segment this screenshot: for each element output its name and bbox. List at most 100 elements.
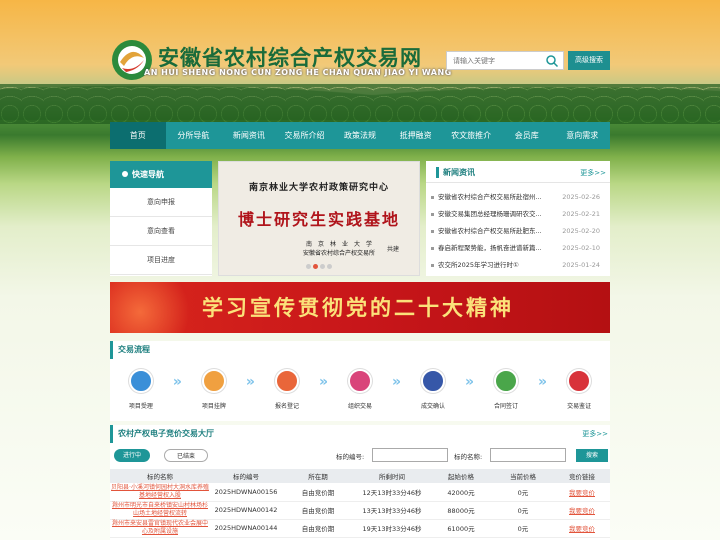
column-header: 竞价链接 [554,469,610,483]
news-item[interactable]: 春启新程聚势能，扬帆奋进谱新篇... 2025-02-10 [426,240,610,257]
process-step[interactable]: 成交确认 [406,369,460,410]
step-label: 项目挂牌 [201,403,226,410]
item-name-link[interactable]: 贝阳县·小溪河镇何园村大洞水库养殖基地经营权入股 [110,483,210,502]
nav-item-home[interactable]: 首页 [110,122,166,149]
advanced-search-button[interactable]: 高级搜索 [568,51,610,70]
code-label: 标的编号: [336,453,365,461]
chevron-right-icon: » [538,374,548,390]
news-item-date: 2025-02-10 [562,244,600,252]
process-step[interactable]: 交易鉴证 [552,369,606,410]
search-icon[interactable] [545,54,559,68]
column-header: 所在期 [282,469,354,483]
process-step[interactable]: 项目受理 [114,369,168,410]
quick-nav-item[interactable]: 意向申报 [110,188,212,217]
news-item[interactable]: 安徽交易集团总经理杨珊调研农交... 2025-02-21 [426,206,610,223]
step-label: 组织交易 [347,403,372,410]
process-step[interactable]: 组织交易 [333,369,387,410]
carousel-banner[interactable]: 南京林业大学农村政策研究中心 博士研究生实践基地 南 京 林 业 大 学 安徽省… [218,161,420,276]
search-input[interactable] [447,52,537,69]
item-period: 自由竞价期 [282,483,354,502]
news-more-link[interactable]: 更多>> [580,168,606,178]
auction-hall: 农村产权电子竞价交易大厅 更多>> 进行中 已结束 标的编号: 标的名称: 搜索… [110,425,610,540]
process-step[interactable]: 合同签订 [479,369,533,410]
hall-more-link[interactable]: 更多>> [582,429,608,439]
party-banner-text: 学习宣传贯彻党的二十大精神 [202,296,514,320]
tag-icon [201,369,226,393]
carousel-dot[interactable] [327,264,332,269]
item-period: 自由竞价期 [282,501,354,520]
news-item-title[interactable]: 安徽交易集团总经理杨珊调研农交... [438,206,554,223]
yuan-icon [348,369,372,393]
step-label: 项目受理 [128,403,153,410]
gavel-icon [421,369,446,393]
column-header: 当前价格 [492,469,554,483]
tab-ended[interactable]: 已结束 [164,449,208,462]
party-banner[interactable]: 学习宣传贯彻党的二十大精神 [110,282,610,333]
step-label: 报名登记 [274,403,299,410]
item-code: 2025HDWNA00142 [210,501,282,520]
nav-item-tourism[interactable]: 农文旅推介 [443,122,499,149]
name-label: 标的名称: [454,453,483,461]
news-item[interactable]: 农交所2025年学习进行时① 2025-01-24 [426,257,610,274]
column-header: 标的编号 [210,469,282,483]
main-nav: 首页 分所导航 新闻资讯 交易所介绍 政策法规 抵押融资 农文旅推介 会员库 意… [110,122,610,149]
bid-link[interactable]: 我要竞价 [554,483,610,502]
news-header: 新闻资讯 更多>> [426,161,610,183]
quick-nav-item[interactable]: 项目进度 [110,246,212,275]
news-item-title[interactable]: 春启新程聚势能，扬帆奋进谱新篇... [438,240,554,257]
chevron-right-icon: » [172,374,182,390]
process-step[interactable]: 报名登记 [260,369,314,410]
carousel-dot[interactable] [306,264,311,269]
table-row: 滁州市明光市自来桥镇安山村林场杉山场土地经营权流转 2025HDWNA00142… [110,501,610,520]
step-label: 交易鉴证 [567,403,592,410]
nav-item-branches[interactable]: 分所导航 [166,122,222,149]
code-input[interactable] [372,448,448,462]
quick-nav-item[interactable]: 意向查看 [110,217,212,246]
carousel-dot[interactable] [320,264,325,269]
item-current-price: 0元 [492,501,554,520]
news-panel: 新闻资讯 更多>> 安徽省农村综合产权交易所赴宿州... 2025-02-26 安… [426,161,610,276]
nav-item-demand[interactable]: 意向需求 [555,122,611,149]
nav-item-policy[interactable]: 政策法规 [332,122,388,149]
news-item-title[interactable]: 农交所2025年学习进行时① [438,257,554,274]
banner-line1: 南京林业大学农村政策研究中心 [248,183,389,193]
item-name-link[interactable]: 滁州市明光市自来桥镇安山村林场杉山场土地经营权流转 [110,501,210,520]
auction-table: 标的名称 标的编号 所在期 所剩时间 起始价格 当前价格 竞价链接 贝阳县·小溪… [110,469,610,538]
nav-item-about[interactable]: 交易所介绍 [277,122,333,149]
nav-item-news[interactable]: 新闻资讯 [221,122,277,149]
item-start-price: 42000元 [430,483,492,502]
nav-item-members[interactable]: 会员库 [499,122,555,149]
news-item[interactable]: 安徽省农村综合产权交易所赴肥东... 2025-02-20 [426,223,610,240]
item-start-price: 88000元 [430,501,492,520]
quick-nav-panel: 快速导航 意向申报 意向查看 项目进度 [110,161,212,276]
search-box[interactable] [446,51,564,70]
bid-link[interactable]: 我要竞价 [554,519,610,538]
chevron-right-icon: » [245,374,255,390]
bid-link[interactable]: 我要竞价 [554,501,610,520]
item-start-price: 61000元 [430,519,492,538]
process-step[interactable]: 项目挂牌 [187,369,241,410]
table-header-row: 标的名称 标的编号 所在期 所剩时间 起始价格 当前价格 竞价链接 [110,469,610,483]
briefcase-icon [128,369,153,393]
table-row: 贝阳县·小溪河镇何园村大洞水库养殖基地经营权入股 2025HDWNA00156 … [110,483,610,502]
item-code: 2025HDWNA00144 [210,519,282,538]
item-name-link[interactable]: 滁州市来安县雷官镇现代农业会展中心及附属设施 [110,519,210,538]
chevron-right-icon: » [391,374,402,390]
trees-background [0,84,720,124]
certificate-icon [567,369,592,393]
column-header: 所剩时间 [354,469,430,483]
name-input[interactable] [490,448,566,462]
carousel-dot-active[interactable] [313,264,318,269]
quick-nav-header: 快速导航 [110,161,212,188]
news-item[interactable]: 安徽省农村综合产权交易所赴宿州... 2025-02-26 [426,189,610,206]
item-period: 自由竞价期 [282,519,354,538]
news-item-title[interactable]: 安徽省农村综合产权交易所赴肥东... [438,223,554,240]
process-section: 交易流程 项目受理 » 项目挂牌 » 报名登记 » 组织交易 » 成交确认 » … [110,341,610,421]
news-item-date: 2025-02-21 [562,210,600,218]
contract-icon [494,369,519,393]
news-item-title[interactable]: 安徽省农村综合产权交易所赴宿州... [438,189,554,206]
tab-ongoing[interactable]: 进行中 [114,449,150,462]
hall-search-button[interactable]: 搜索 [576,449,608,462]
nav-item-mortgage[interactable]: 抵押融资 [388,122,444,149]
news-item-date: 2025-01-24 [562,261,600,269]
